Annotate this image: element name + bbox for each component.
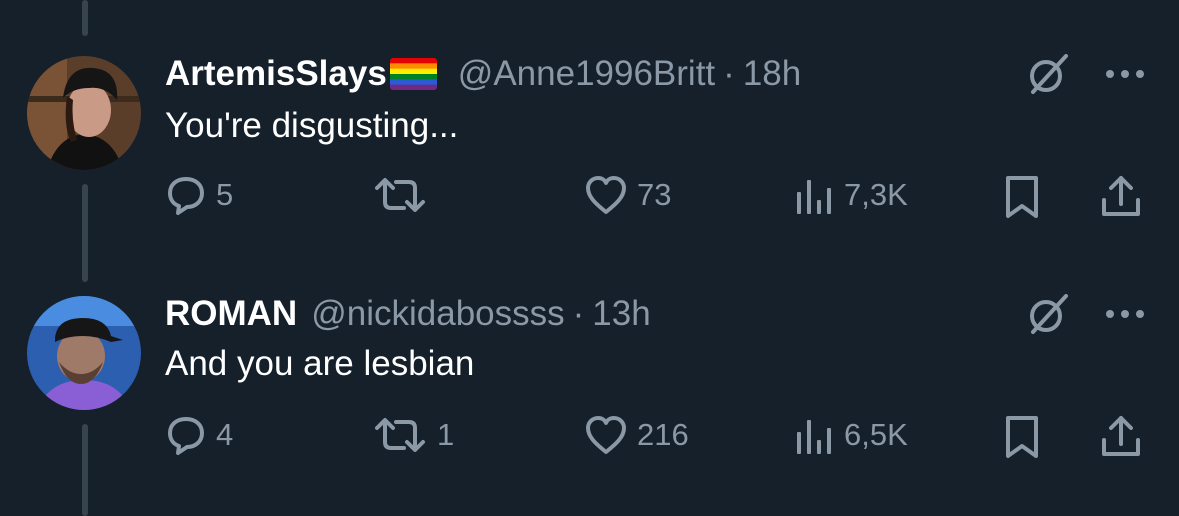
tweet-2[interactable]: ROMAN @nickidabossss · 13h And you are l…: [0, 260, 1179, 516]
reply-button[interactable]: 4: [165, 414, 233, 456]
retweet-button[interactable]: [372, 174, 437, 216]
views-button[interactable]: 6,5K: [795, 414, 908, 456]
like-button[interactable]: 73: [584, 174, 671, 216]
views-button[interactable]: 7,3K: [795, 174, 908, 216]
user-handle[interactable]: @nickidabossss: [311, 294, 564, 334]
bookmark-button[interactable]: [1003, 414, 1041, 460]
bookmark-icon: [1006, 176, 1038, 218]
heart-icon: [586, 176, 626, 214]
like-count: 73: [637, 177, 672, 212]
view-count: 7,3K: [844, 177, 908, 212]
heart-icon: [586, 416, 626, 454]
retweet-icon: [375, 418, 425, 452]
reply-icon: [168, 177, 204, 215]
like-count: 216: [637, 417, 689, 452]
separator-dot: ·: [723, 54, 735, 93]
more-options-icon[interactable]: [1106, 310, 1144, 318]
reply-count: 5: [216, 177, 234, 212]
share-button[interactable]: [1100, 414, 1142, 458]
reply-button[interactable]: 5: [165, 174, 233, 216]
reply-icon: [168, 417, 204, 455]
analytics-icon: [797, 420, 831, 454]
reply-count: 4: [216, 417, 234, 452]
analytics-icon: [797, 180, 831, 214]
tweet-text: You're disgusting...: [165, 106, 459, 145]
grok-icon[interactable]: [1024, 50, 1072, 98]
grok-icon[interactable]: [1024, 290, 1072, 338]
more-options-icon[interactable]: [1106, 70, 1144, 78]
share-icon: [1102, 416, 1140, 456]
tweet-header: ROMAN @nickidabossss · 13h: [165, 292, 651, 336]
avatar[interactable]: [27, 56, 141, 170]
retweet-count: 1: [437, 417, 455, 452]
timestamp[interactable]: 18h: [743, 54, 801, 94]
bookmark-icon: [1006, 416, 1038, 458]
display-name[interactable]: ROMAN: [165, 294, 297, 334]
user-handle[interactable]: @Anne1996Britt: [458, 54, 715, 94]
share-icon: [1102, 176, 1140, 216]
like-button[interactable]: 216: [584, 414, 689, 456]
timestamp[interactable]: 13h: [592, 294, 650, 334]
retweet-button[interactable]: 1: [372, 414, 454, 456]
retweet-icon: [375, 178, 425, 212]
tweet-text: And you are lesbian: [165, 344, 475, 383]
display-name[interactable]: ArtemisSlays: [165, 54, 387, 94]
action-bar: 5 73 7,3K: [0, 174, 1179, 224]
rainbow-flag-icon: [389, 58, 437, 90]
tweet-1[interactable]: ArtemisSlays @Anne1996Britt · 18h You're…: [0, 0, 1179, 260]
avatar[interactable]: [27, 296, 141, 410]
view-count: 6,5K: [844, 417, 908, 452]
tweet-header: ArtemisSlays @Anne1996Britt · 18h: [165, 52, 801, 96]
share-button[interactable]: [1100, 174, 1142, 218]
bookmark-button[interactable]: [1003, 174, 1041, 220]
separator-dot: ·: [572, 294, 585, 333]
action-bar: 4 1 216 6,5K: [0, 414, 1179, 464]
